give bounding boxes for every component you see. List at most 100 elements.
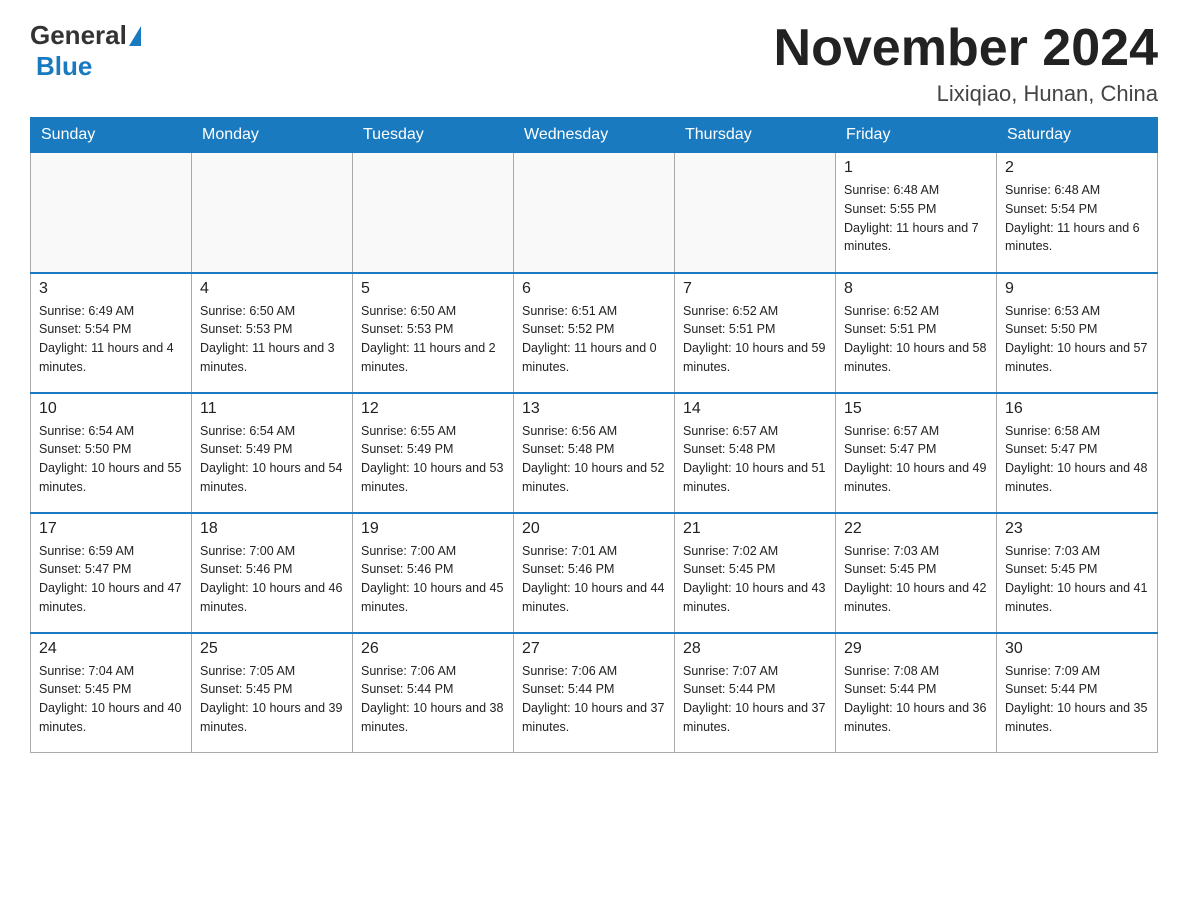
day-number: 10 <box>39 400 183 418</box>
calendar-day-cell: 13Sunrise: 6:56 AMSunset: 5:48 PMDayligh… <box>514 393 675 513</box>
calendar-header-monday: Monday <box>192 118 353 153</box>
day-info: Sunrise: 7:09 AMSunset: 5:44 PMDaylight:… <box>1005 662 1149 737</box>
calendar-day-cell: 27 Sunrise: 7:06 AMSunset: 5:44 PMDayligh… <box>514 633 675 753</box>
day-number: 16 <box>1005 400 1149 418</box>
day-info: Sunrise: 7:03 AMSunset: 5:45 PMDaylight:… <box>1005 542 1149 617</box>
calendar-day-cell: 23 Sunrise: 7:03 AMSunset: 5:45 PMDayligh… <box>997 513 1158 633</box>
calendar-day-cell: 24Sunrise: 7:04 AMSunset: 5:45 PMDayligh… <box>31 633 192 753</box>
calendar-day-cell: 7Sunrise: 6:52 AMSunset: 5:51 PMDaylight… <box>675 273 836 393</box>
logo-blue-text: Blue <box>36 51 92 81</box>
day-number: 30 <box>1005 640 1149 658</box>
calendar-day-cell: 12 Sunrise: 6:55 AMSunset: 5:49 PMDayligh… <box>353 393 514 513</box>
day-info: Sunrise: 6:53 AMSunset: 5:50 PMDaylight:… <box>1005 302 1149 377</box>
day-number: 21 <box>683 520 827 538</box>
calendar-day-cell: 21 Sunrise: 7:02 AMSunset: 5:45 PMDayligh… <box>675 513 836 633</box>
day-number: 29 <box>844 640 988 658</box>
calendar-day-cell: 17 Sunrise: 6:59 AMSunset: 5:47 PMDayligh… <box>31 513 192 633</box>
location: Lixiqiao, Hunan, China <box>774 81 1158 107</box>
calendar-day-cell <box>514 153 675 273</box>
day-info: Sunrise: 6:55 AMSunset: 5:49 PMDaylight:… <box>361 422 505 497</box>
calendar-header-friday: Friday <box>836 118 997 153</box>
day-number: 3 <box>39 280 183 298</box>
day-number: 26 <box>361 640 505 658</box>
calendar-day-cell: 4 Sunrise: 6:50 AMSunset: 5:53 PMDaylight… <box>192 273 353 393</box>
calendar-day-cell: 20 Sunrise: 7:01 AMSunset: 5:46 PMDayligh… <box>514 513 675 633</box>
calendar-header-tuesday: Tuesday <box>353 118 514 153</box>
day-info: Sunrise: 7:07 AMSunset: 5:44 PMDaylight:… <box>683 662 827 737</box>
day-number: 11 <box>200 400 344 418</box>
month-title: November 2024 <box>774 20 1158 77</box>
day-number: 14 <box>683 400 827 418</box>
day-info: Sunrise: 6:58 AMSunset: 5:47 PMDaylight:… <box>1005 422 1149 497</box>
day-number: 9 <box>1005 280 1149 298</box>
day-info: Sunrise: 7:06 AMSunset: 5:44 PMDaylight:… <box>361 662 505 737</box>
page-header: General Blue November 2024 Lixiqiao, Hun… <box>30 20 1158 107</box>
day-number: 12 <box>361 400 505 418</box>
calendar-week-row: 24Sunrise: 7:04 AMSunset: 5:45 PMDayligh… <box>31 633 1158 753</box>
day-info: Sunrise: 6:57 AMSunset: 5:47 PMDaylight:… <box>844 422 988 497</box>
calendar-day-cell: 2 Sunrise: 6:48 AMSunset: 5:54 PMDaylight… <box>997 153 1158 273</box>
calendar-day-cell: 18 Sunrise: 7:00 AMSunset: 5:46 PMDayligh… <box>192 513 353 633</box>
day-number: 17 <box>39 520 183 538</box>
day-info: Sunrise: 6:48 AMSunset: 5:55 PMDaylight:… <box>844 181 988 256</box>
calendar-day-cell: 25Sunrise: 7:05 AMSunset: 5:45 PMDayligh… <box>192 633 353 753</box>
calendar-day-cell: 28Sunrise: 7:07 AMSunset: 5:44 PMDayligh… <box>675 633 836 753</box>
day-info: Sunrise: 7:01 AMSunset: 5:46 PMDaylight:… <box>522 542 666 617</box>
day-info: Sunrise: 6:54 AMSunset: 5:49 PMDaylight:… <box>200 422 344 497</box>
day-info: Sunrise: 7:08 AMSunset: 5:44 PMDaylight:… <box>844 662 988 737</box>
calendar-day-cell: 14Sunrise: 6:57 AMSunset: 5:48 PMDayligh… <box>675 393 836 513</box>
day-number: 4 <box>200 280 344 298</box>
day-info: Sunrise: 6:48 AMSunset: 5:54 PMDaylight:… <box>1005 181 1149 256</box>
day-number: 19 <box>361 520 505 538</box>
calendar-day-cell <box>675 153 836 273</box>
day-info: Sunrise: 6:52 AMSunset: 5:51 PMDaylight:… <box>844 302 988 377</box>
calendar-day-cell <box>353 153 514 273</box>
day-info: Sunrise: 7:00 AMSunset: 5:46 PMDaylight:… <box>361 542 505 617</box>
day-number: 23 <box>1005 520 1149 538</box>
calendar-day-cell: 6Sunrise: 6:51 AMSunset: 5:52 PMDaylight… <box>514 273 675 393</box>
day-number: 20 <box>522 520 666 538</box>
calendar-header-saturday: Saturday <box>997 118 1158 153</box>
calendar-day-cell <box>31 153 192 273</box>
calendar-day-cell: 1Sunrise: 6:48 AMSunset: 5:55 PMDaylight… <box>836 153 997 273</box>
day-info: Sunrise: 7:00 AMSunset: 5:46 PMDaylight:… <box>200 542 344 617</box>
day-info: Sunrise: 6:54 AMSunset: 5:50 PMDaylight:… <box>39 422 183 497</box>
calendar-week-row: 17 Sunrise: 6:59 AMSunset: 5:47 PMDayligh… <box>31 513 1158 633</box>
calendar-day-cell: 15 Sunrise: 6:57 AMSunset: 5:47 PMDayligh… <box>836 393 997 513</box>
calendar-header-row: SundayMondayTuesdayWednesdayThursdayFrid… <box>31 118 1158 153</box>
day-info: Sunrise: 7:06 AMSunset: 5:44 PMDaylight:… <box>522 662 666 737</box>
calendar-day-cell: 10 Sunrise: 6:54 AMSunset: 5:50 PMDayligh… <box>31 393 192 513</box>
calendar-header-sunday: Sunday <box>31 118 192 153</box>
logo-triangle-icon <box>129 26 141 46</box>
day-info: Sunrise: 6:49 AMSunset: 5:54 PMDaylight:… <box>39 302 183 377</box>
calendar-day-cell: 19 Sunrise: 7:00 AMSunset: 5:46 PMDayligh… <box>353 513 514 633</box>
day-number: 25 <box>200 640 344 658</box>
calendar-week-row: 1Sunrise: 6:48 AMSunset: 5:55 PMDaylight… <box>31 153 1158 273</box>
calendar-header-wednesday: Wednesday <box>514 118 675 153</box>
day-info: Sunrise: 6:50 AMSunset: 5:53 PMDaylight:… <box>361 302 505 377</box>
calendar-table: SundayMondayTuesdayWednesdayThursdayFrid… <box>30 117 1158 753</box>
calendar-day-cell: 9 Sunrise: 6:53 AMSunset: 5:50 PMDaylight… <box>997 273 1158 393</box>
day-number: 13 <box>522 400 666 418</box>
day-number: 15 <box>844 400 988 418</box>
calendar-day-cell <box>192 153 353 273</box>
day-info: Sunrise: 6:50 AMSunset: 5:53 PMDaylight:… <box>200 302 344 377</box>
day-info: Sunrise: 6:59 AMSunset: 5:47 PMDaylight:… <box>39 542 183 617</box>
calendar-day-cell: 5 Sunrise: 6:50 AMSunset: 5:53 PMDaylight… <box>353 273 514 393</box>
calendar-day-cell: 11 Sunrise: 6:54 AMSunset: 5:49 PMDayligh… <box>192 393 353 513</box>
day-number: 27 <box>522 640 666 658</box>
day-number: 18 <box>200 520 344 538</box>
day-number: 5 <box>361 280 505 298</box>
day-number: 22 <box>844 520 988 538</box>
day-info: Sunrise: 6:51 AMSunset: 5:52 PMDaylight:… <box>522 302 666 377</box>
day-number: 2 <box>1005 159 1149 177</box>
calendar-day-cell: 22 Sunrise: 7:03 AMSunset: 5:45 PMDayligh… <box>836 513 997 633</box>
calendar-day-cell: 26 Sunrise: 7:06 AMSunset: 5:44 PMDayligh… <box>353 633 514 753</box>
calendar-day-cell: 8Sunrise: 6:52 AMSunset: 5:51 PMDaylight… <box>836 273 997 393</box>
day-info: Sunrise: 6:52 AMSunset: 5:51 PMDaylight:… <box>683 302 827 377</box>
logo: General Blue <box>30 20 141 82</box>
day-info: Sunrise: 7:04 AMSunset: 5:45 PMDaylight:… <box>39 662 183 737</box>
title-section: November 2024 Lixiqiao, Hunan, China <box>774 20 1158 107</box>
day-info: Sunrise: 7:02 AMSunset: 5:45 PMDaylight:… <box>683 542 827 617</box>
day-info: Sunrise: 7:03 AMSunset: 5:45 PMDaylight:… <box>844 542 988 617</box>
